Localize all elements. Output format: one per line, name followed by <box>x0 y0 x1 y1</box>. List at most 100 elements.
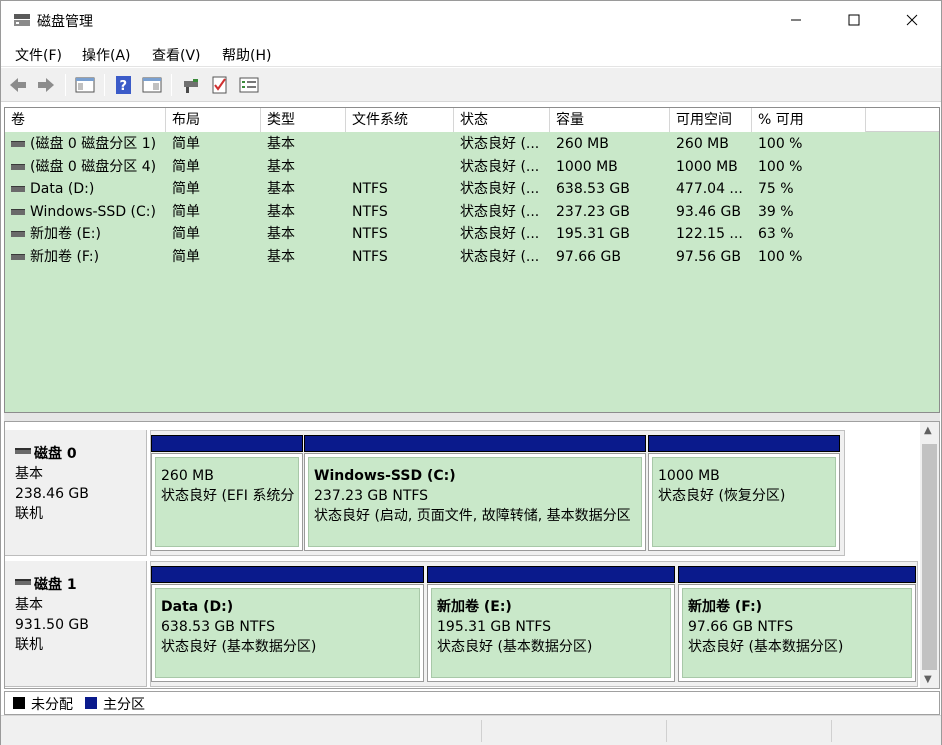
partition-status: 状态良好 (基本数据分区) <box>161 639 317 655</box>
disk-0-type: 基本 <box>15 466 43 482</box>
pane-splitter[interactable] <box>4 413 940 421</box>
disk-0-partitions: 260 MB 状态良好 (EFI 系统分 Windows-SSD (C:) 23… <box>150 430 845 556</box>
volume-cell-fs: NTFS <box>352 226 388 242</box>
volume-row[interactable]: (磁盘 0 磁盘分区 1) 简单 基本 状态良好 (... 260 MB 260 MB 10… <box>5 133 939 156</box>
list-view-icon[interactable] <box>239 75 259 95</box>
drive-icon <box>11 208 25 215</box>
close-button[interactable] <box>883 1 941 39</box>
column-volume[interactable]: 卷 <box>5 108 166 132</box>
disk-0-label[interactable]: 磁盘 0 基本 238.46 GB 联机 <box>5 430 147 556</box>
legend: 未分配 主分区 <box>4 691 940 715</box>
disk-1-state: 联机 <box>15 637 43 653</box>
volume-list-header: 卷 布局 类型 文件系统 状态 容量 可用空间 % 可用 <box>5 108 939 132</box>
volume-cell-fs <box>352 133 454 155</box>
volume-cell-pct: 100 % <box>758 158 803 175</box>
menu-help[interactable]: 帮助(H) <box>222 45 271 65</box>
column-percent-free[interactable]: % 可用 <box>752 108 866 132</box>
menu-view[interactable]: 查看(V) <box>152 45 201 65</box>
check-icon[interactable] <box>210 75 230 95</box>
minimize-icon <box>791 19 801 21</box>
column-status[interactable]: 状态 <box>454 108 550 132</box>
volume-cell-layout: 简单 <box>172 248 200 265</box>
volume-cell-layout: 简单 <box>172 226 200 242</box>
partition-status: 状态良好 (启动, 页面文件, 故障转储, 基本数据分区 <box>314 508 631 524</box>
scrollbar-thumb[interactable] <box>922 444 937 670</box>
maximize-button[interactable] <box>825 1 883 39</box>
volume-cell-fs: NTFS <box>352 181 388 197</box>
volume-cell-fs: NTFS <box>352 203 388 220</box>
toolbar: ? <box>1 68 941 102</box>
volume-cell-pct: 100 % <box>758 136 803 152</box>
volume-cell-pct: 100 % <box>758 248 803 265</box>
volume-cell-status: 状态良好 (... <box>460 248 540 265</box>
volume-cell-name: (磁盘 0 磁盘分区 4) <box>30 158 157 175</box>
volume-cell-fs: NTFS <box>352 248 388 265</box>
volume-cell-status: 状态良好 (... <box>460 181 540 197</box>
partition-status: 状态良好 (基本数据分区) <box>437 639 593 655</box>
volume-cell-capacity: 97.66 GB <box>556 248 621 265</box>
partition-size: 1000 MB <box>658 468 720 484</box>
partition-size: 97.66 GB NTFS <box>688 619 794 635</box>
volume-cell-capacity: 260 MB <box>556 136 609 152</box>
volume-row[interactable]: 新加卷 (F:) 简单 基本 NTFS 状态良好 (... 97.66 GB 97.56 G… <box>5 246 939 269</box>
partition-title: Data (D:) <box>161 599 234 615</box>
close-icon <box>906 14 918 26</box>
forward-arrow-icon[interactable] <box>36 75 56 95</box>
volume-cell-name: (磁盘 0 磁盘分区 1) <box>30 136 157 152</box>
back-arrow-icon[interactable] <box>8 75 28 95</box>
disk-0-state: 联机 <box>15 506 43 522</box>
volume-row[interactable]: Windows-SSD (C:) 简单 基本 NTFS 状态良好 (... 237.23 … <box>5 201 939 224</box>
volume-cell-type: 基本 <box>267 226 295 242</box>
partition-size: 638.53 GB NTFS <box>161 619 276 635</box>
volume-cell-type: 基本 <box>267 136 295 152</box>
column-capacity[interactable]: 容量 <box>550 108 670 132</box>
svg-text:?: ? <box>120 79 128 94</box>
connect-icon[interactable] <box>181 75 201 95</box>
scroll-up-icon[interactable]: ▲ <box>924 425 932 436</box>
drive-icon <box>11 253 25 260</box>
unallocated-swatch <box>13 697 25 709</box>
column-free-space[interactable]: 可用空间 <box>670 108 752 132</box>
menu-file[interactable]: 文件(F) <box>15 45 62 65</box>
volume-cell-name: 新加卷 (E:) <box>30 226 101 242</box>
volume-cell-type: 基本 <box>267 181 295 197</box>
legend-unallocated: 未分配 <box>31 697 73 713</box>
drive-icon <box>11 186 25 192</box>
volume-cell-pct: 63 % <box>758 226 794 242</box>
disk-1-label[interactable]: 磁盘 1 基本 931.50 GB 联机 <box>5 561 147 687</box>
column-filesystem[interactable]: 文件系统 <box>346 108 454 132</box>
help-icon[interactable]: ? <box>114 75 134 95</box>
console-tree-icon[interactable] <box>75 75 95 95</box>
disk-1-partitions: Data (D:) 638.53 GB NTFS 状态良好 (基本数据分区) 新… <box>150 561 918 687</box>
volume-cell-capacity: 1000 MB <box>556 158 618 175</box>
maximize-icon <box>848 14 860 26</box>
volume-row[interactable]: (磁盘 0 磁盘分区 4) 简单 基本 状态良好 (... 1000 MB 1000 MB… <box>5 156 939 179</box>
volume-cell-layout: 简单 <box>172 136 200 152</box>
window-title: 磁盘管理 <box>37 14 93 30</box>
partition-status: 状态良好 (基本数据分区) <box>688 639 844 655</box>
minimize-button[interactable] <box>767 1 825 39</box>
legend-primary-partition: 主分区 <box>103 697 145 713</box>
volume-cell-capacity: 195.31 GB <box>556 226 630 242</box>
volume-cell-free: 477.04 ... <box>676 181 743 197</box>
toolbar-separator <box>104 74 105 96</box>
primary-partition-swatch <box>85 697 97 709</box>
volume-cell-pct: 39 % <box>758 203 794 220</box>
graphical-view-scrollbar[interactable]: ▲ ▼ <box>920 422 939 688</box>
partition-size: 260 MB <box>161 468 214 484</box>
column-type[interactable]: 类型 <box>261 108 346 132</box>
volume-row[interactable]: 新加卷 (E:) 简单 基本 NTFS 状态良好 (... 195.31 GB 122.15… <box>5 223 939 246</box>
partition-title: Windows-SSD (C:) <box>314 468 456 484</box>
disk-0-size: 238.46 GB <box>15 486 89 502</box>
partition-status: 状态良好 (EFI 系统分 <box>161 488 295 504</box>
properties-icon[interactable] <box>142 75 162 95</box>
menu-action[interactable]: 操作(A) <box>82 45 131 65</box>
menu-bar: 文件(F) 操作(A) 查看(V) 帮助(H) <box>1 39 941 67</box>
column-layout[interactable]: 布局 <box>166 108 261 132</box>
volume-cell-name: 新加卷 (F:) <box>30 248 100 265</box>
volume-row[interactable]: Data (D:) 简单 基本 NTFS 状态良好 (... 638.53 GB 477.0… <box>5 178 939 201</box>
partition-size: 195.31 GB NTFS <box>437 619 552 635</box>
status-divider <box>666 720 667 742</box>
scroll-down-icon[interactable]: ▼ <box>924 674 932 685</box>
partition-title: 新加卷 (F:) <box>688 599 763 615</box>
